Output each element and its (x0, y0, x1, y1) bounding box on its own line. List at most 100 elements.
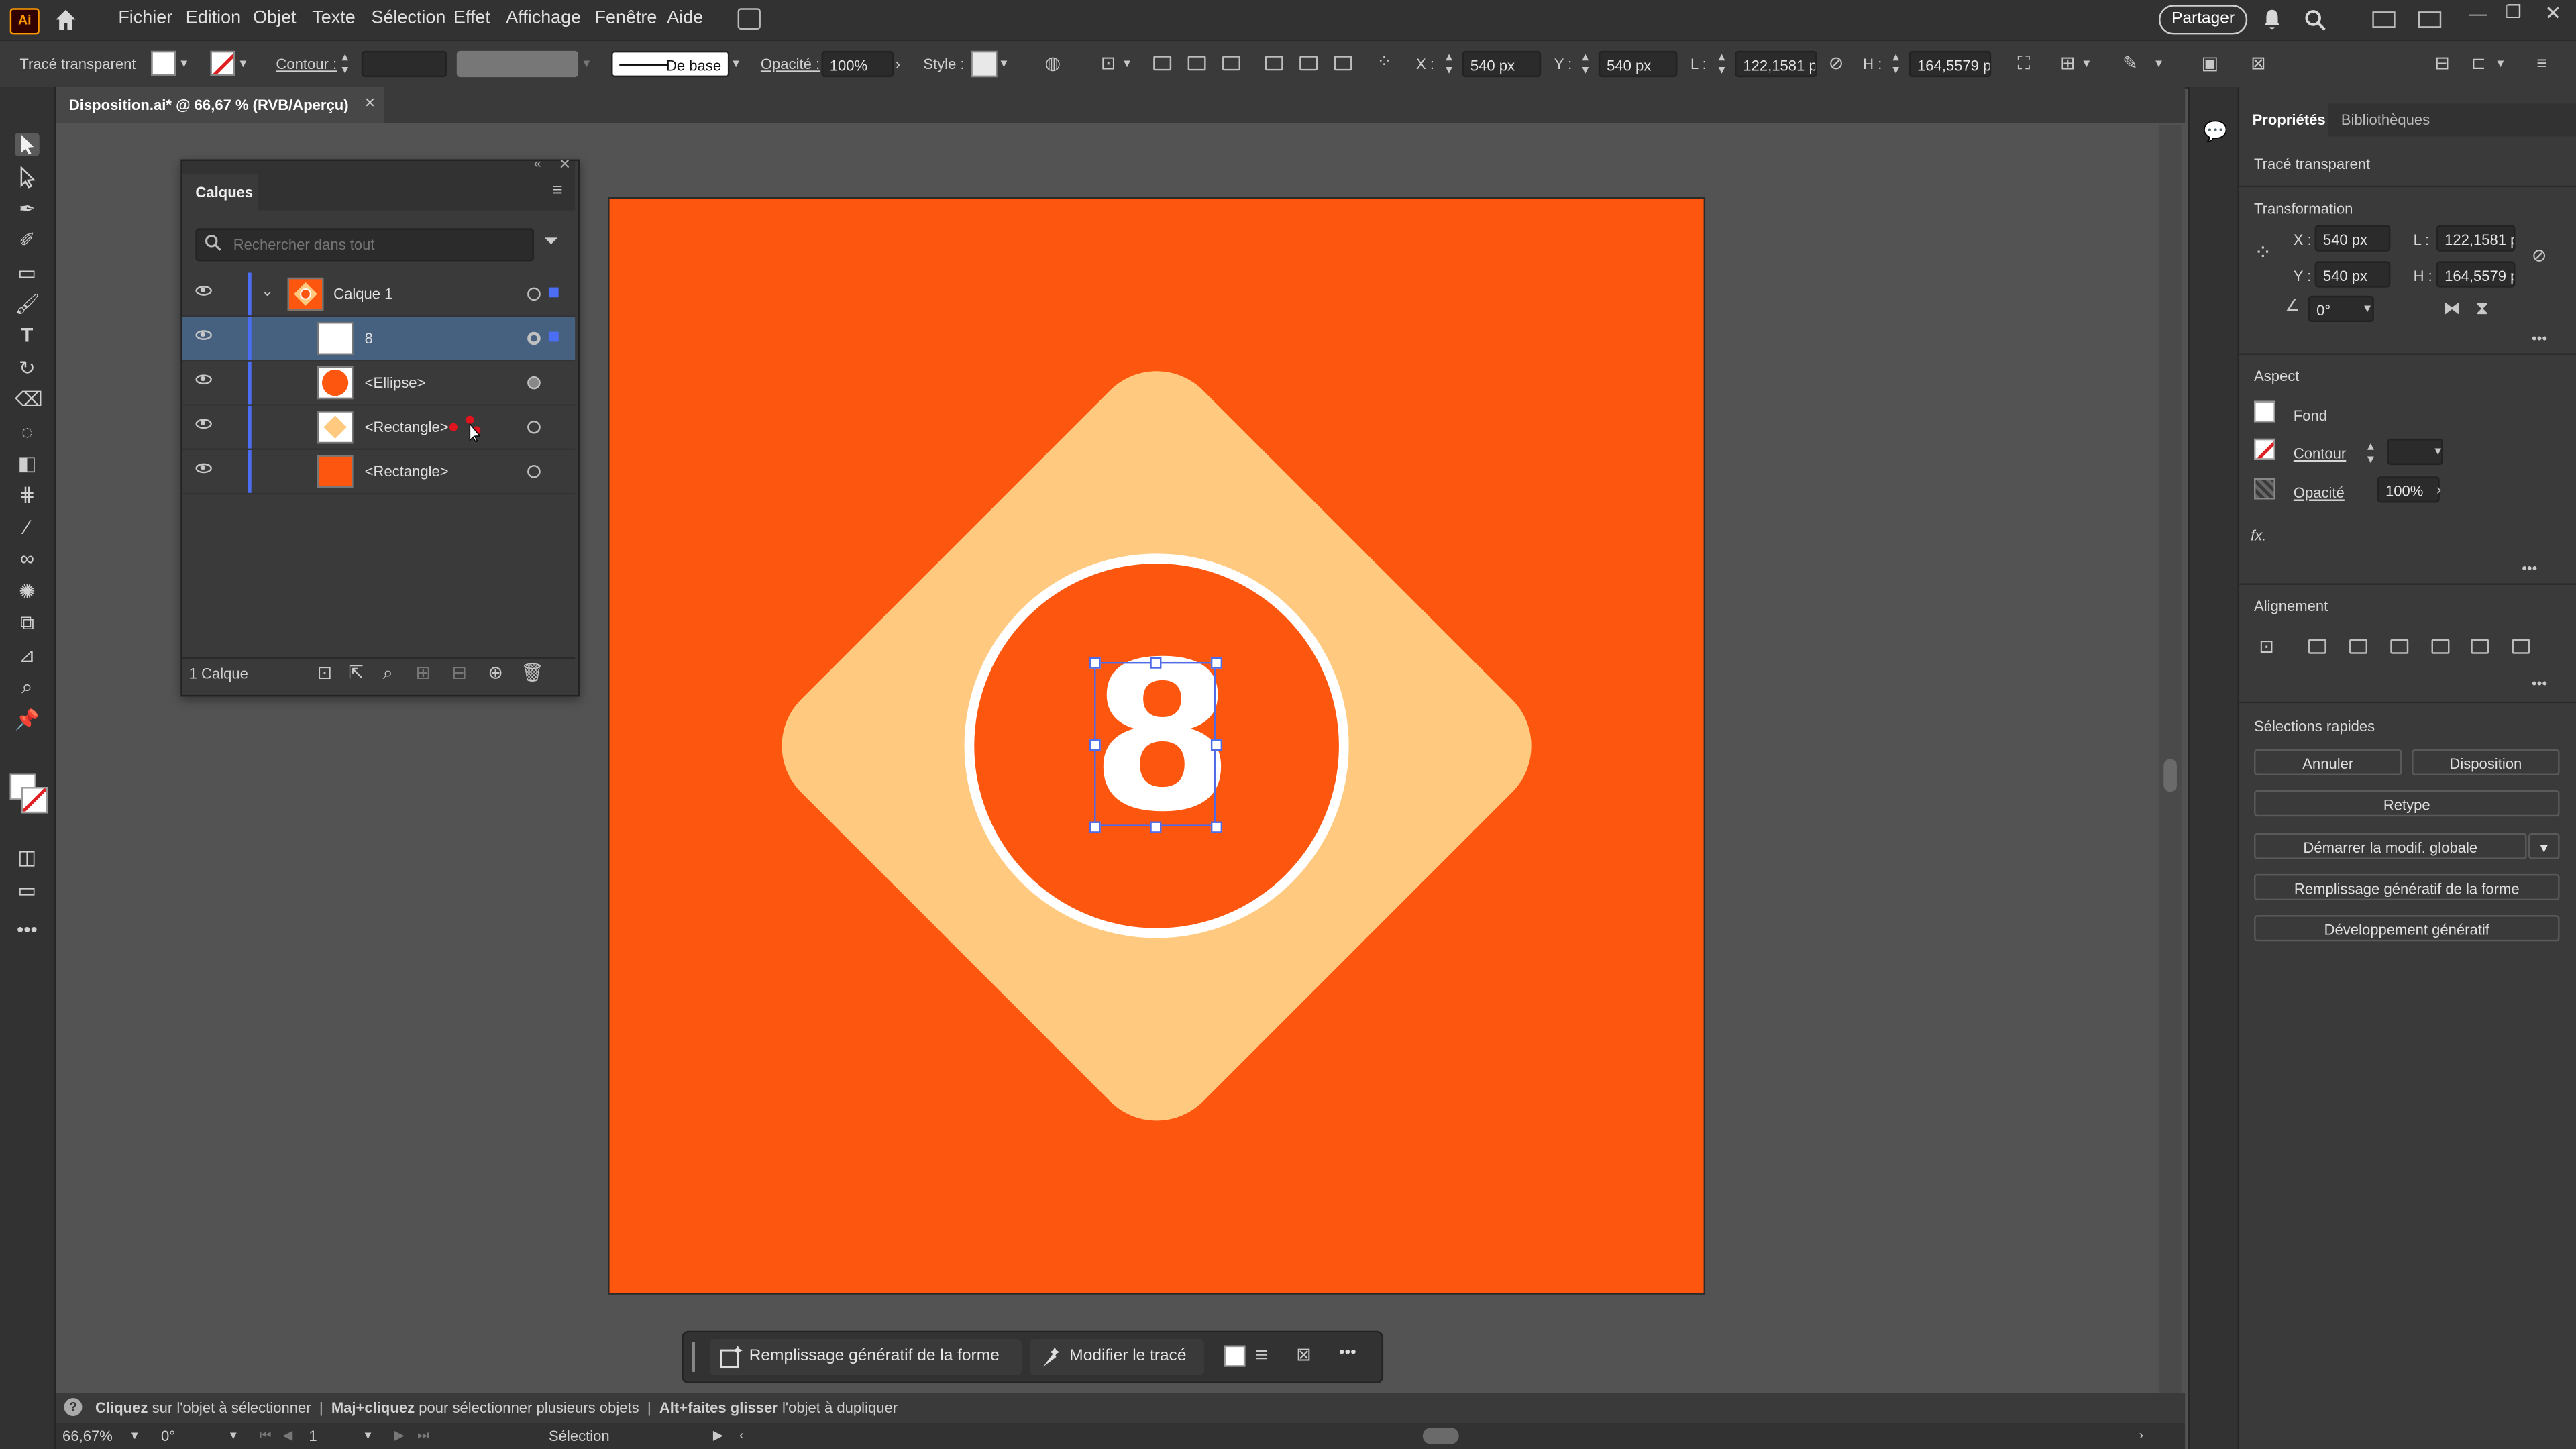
global-edit-dropdown[interactable]: ▾ (2528, 833, 2560, 859)
gradient-tool-icon[interactable]: ◧ (15, 451, 40, 474)
chevron-down-icon[interactable]: ▾ (365, 1424, 372, 1447)
layer-name[interactable]: <Ellipse> (365, 374, 426, 390)
handle[interactable] (1089, 657, 1101, 669)
collect-export-icon[interactable]: ⊡ (317, 662, 333, 685)
opacity-label[interactable]: Opacité : (761, 56, 820, 72)
layer-name[interactable]: Calque 1 (333, 286, 392, 302)
layer-row-8[interactable]: 8 (182, 317, 576, 362)
visibility-eye-icon[interactable] (195, 374, 212, 385)
collapse-icon[interactable]: « (534, 156, 541, 171)
generative-fill-button[interactable]: Remplissage génératif de la forme (2254, 873, 2560, 901)
contour-label[interactable]: Contour : (276, 56, 337, 72)
chevron-down-icon[interactable]: ▾ (131, 1424, 138, 1447)
target-icon[interactable] (527, 420, 541, 434)
bell-icon[interactable] (2261, 8, 2284, 31)
align-left-icon[interactable] (1153, 56, 1172, 71)
distribute-icon[interactable]: ⊟ (2434, 52, 2450, 75)
new-layer-icon[interactable]: ⊕ (488, 662, 503, 685)
arrange-documents-icon[interactable] (737, 8, 761, 30)
layer-name[interactable]: 8 (365, 330, 373, 346)
stroke-label[interactable]: Contour (2294, 445, 2346, 462)
image-trace-icon[interactable]: ▣ (2202, 52, 2218, 75)
align-center-v-icon[interactable] (2471, 639, 2489, 654)
menu-selection[interactable]: Sélection (371, 8, 445, 28)
handle[interactable] (1210, 657, 1223, 669)
flip-horizontal-icon[interactable]: ⧓ (2443, 297, 2461, 320)
chevron-down-icon[interactable]: ▾ (230, 1424, 237, 1447)
retype-button[interactable]: Retype (2254, 790, 2560, 817)
first-artboard-icon[interactable]: ⏮ (260, 1424, 272, 1447)
selection-indicator-icon[interactable] (548, 331, 559, 342)
scroll-thumb[interactable] (2163, 759, 2177, 792)
constrain-proportions-icon[interactable]: ⊘ (2532, 245, 2547, 268)
menu-edition[interactable]: Edition (186, 8, 241, 28)
stroke-swatch[interactable] (210, 50, 235, 76)
transform-icon[interactable]: ⛶ (2017, 52, 2030, 75)
fill-swatch[interactable] (1224, 1345, 1246, 1367)
more-tools-icon[interactable]: ••• (15, 918, 40, 941)
align-center-h-icon[interactable] (1187, 56, 1206, 71)
chevron-down-icon[interactable]: ▾ (2083, 52, 2090, 75)
workspace-switch-icon[interactable] (2418, 11, 2442, 28)
stepper-icon[interactable]: ▴ ▾ (1582, 50, 1589, 77)
fill-swatch[interactable] (151, 50, 176, 76)
symbol-sprayer-tool-icon[interactable]: ✺ (15, 580, 40, 602)
panel-menu-icon[interactable]: ≡ (552, 180, 563, 200)
artboard[interactable]: 8 (609, 199, 1704, 1293)
align-right-icon[interactable] (1222, 56, 1240, 71)
scroll-left-icon[interactable]: ‹ (739, 1424, 744, 1447)
menu-affichage[interactable]: Affichage (506, 8, 581, 28)
variable-width-dropdown[interactable] (456, 50, 579, 78)
fill-swatch[interactable] (2254, 400, 2275, 423)
crop-image-icon[interactable]: ⊠ (1296, 1344, 1311, 1366)
chevron-down-icon[interactable]: ▾ (733, 52, 739, 75)
stroke-color-icon[interactable] (21, 787, 48, 814)
stroke-weight-field[interactable] (361, 50, 447, 78)
selection-indicator-icon[interactable] (548, 287, 559, 298)
restore-icon[interactable]: ❐ (2506, 1, 2522, 23)
chevron-right-icon[interactable]: ▶ (713, 1424, 723, 1447)
disposition-button[interactable]: Disposition (2412, 749, 2560, 775)
target-icon[interactable] (527, 331, 541, 345)
close-window-icon[interactable]: ✕ (2545, 1, 2562, 24)
locate-object-icon[interactable]: ⌕ (383, 662, 393, 685)
type-tool-icon[interactable]: T (15, 323, 40, 346)
export-icon[interactable]: ⇱ (348, 662, 364, 685)
x-field[interactable]: 540 px (1462, 50, 1542, 78)
reference-point-icon[interactable]: ⁘ (1377, 51, 1392, 74)
align-center-h-icon[interactable] (2349, 639, 2368, 654)
more-options-icon[interactable]: ••• (2532, 327, 2547, 350)
screen-mode-icon[interactable]: ▭ (15, 879, 40, 902)
chevron-right-icon[interactable]: › (896, 52, 900, 75)
menu-objet[interactable]: Objet (253, 8, 296, 28)
target-icon[interactable] (527, 465, 541, 478)
flip-vertical-icon[interactable]: ⧗ (2476, 297, 2489, 320)
align-bottom-icon[interactable] (1334, 56, 1352, 71)
panel-grip[interactable]: « ✕ (182, 156, 576, 174)
chevron-down-icon[interactable]: ▾ (240, 52, 247, 75)
target-icon[interactable] (527, 376, 541, 390)
stroke-profile-dropdown[interactable]: De base (611, 50, 730, 78)
layer-row-calque1[interactable]: ⌄ Calque 1 (182, 272, 576, 317)
menu-fichier[interactable]: Fichier (118, 8, 172, 28)
artboard-number[interactable]: 1 (309, 1428, 317, 1444)
h-field[interactable]: 164,5579 p (2436, 261, 2516, 288)
chevron-down-icon[interactable]: ▾ (2155, 52, 2162, 75)
generative-expand-button[interactable]: Développement génératif (2254, 915, 2560, 942)
w-field[interactable]: 122,1581 px (1735, 50, 1817, 78)
align-to-icon[interactable]: ⊡ (2259, 636, 2274, 659)
handle[interactable] (1089, 821, 1101, 833)
search-icon[interactable] (2303, 8, 2326, 31)
rotate-tool-icon[interactable]: ↻ (15, 356, 40, 379)
drawing-mode-icon[interactable]: ◫ (15, 846, 40, 869)
visibility-eye-icon[interactable] (195, 463, 212, 474)
menu-effet[interactable]: Effet (453, 8, 490, 28)
opacity-label[interactable]: Opacité (2294, 484, 2345, 500)
drag-handle-icon[interactable] (692, 1342, 695, 1372)
selection-tool-icon[interactable] (15, 133, 40, 156)
align-right-icon[interactable] (2390, 639, 2409, 654)
global-edit-button[interactable]: Démarrer la modif. globale (2254, 833, 2527, 859)
workspace-icon[interactable] (2372, 11, 2396, 28)
layers-search-input[interactable] (229, 231, 533, 258)
home-icon[interactable] (52, 7, 78, 33)
